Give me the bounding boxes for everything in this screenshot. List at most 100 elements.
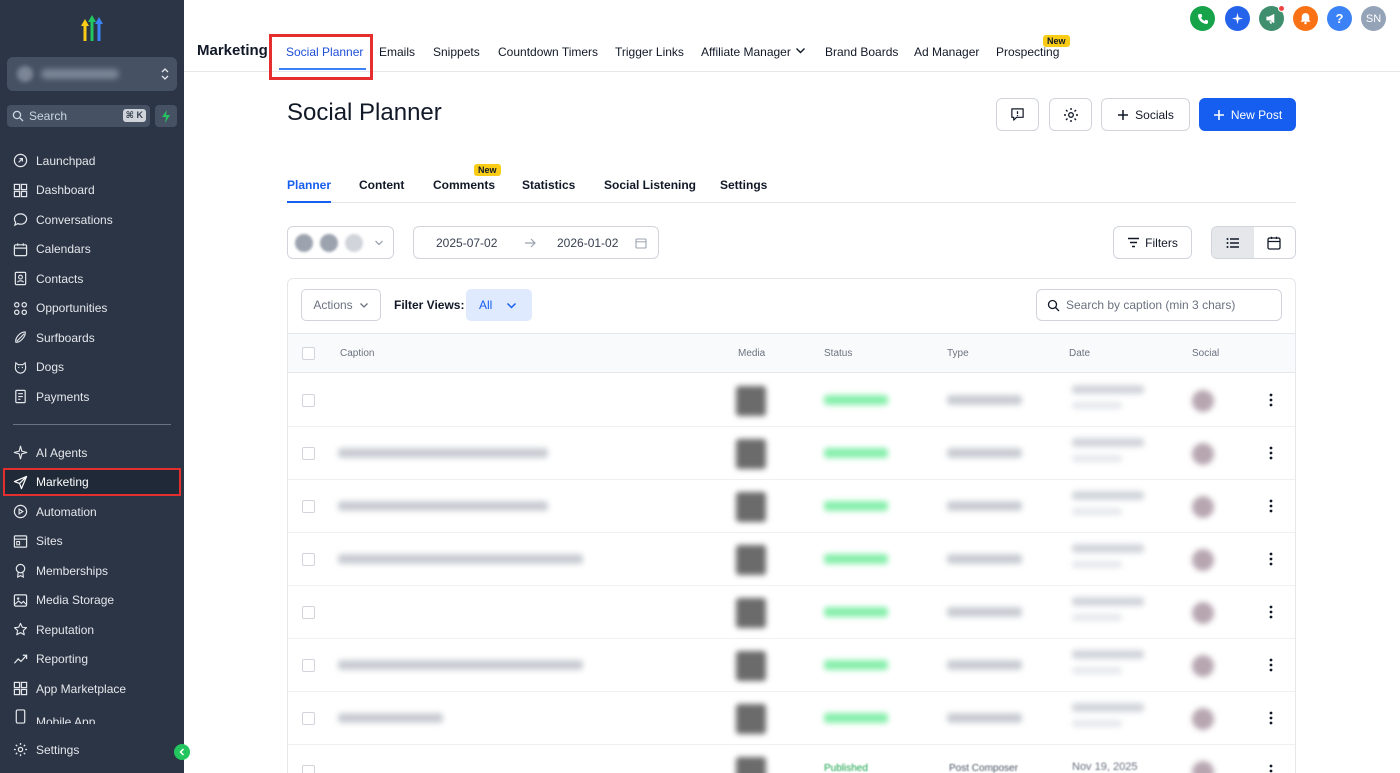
table-row[interactable]	[288, 374, 1295, 427]
phone-icon	[1197, 13, 1208, 24]
settings-button[interactable]	[1049, 98, 1092, 131]
new-post-button[interactable]: New Post	[1199, 98, 1296, 131]
tab-emails[interactable]: Emails	[379, 45, 415, 59]
sidebar-item-contacts[interactable]: Contacts	[0, 264, 184, 294]
notification-dot	[1278, 5, 1285, 12]
filters-button[interactable]: Filters	[1113, 226, 1192, 259]
calendar-view-button[interactable]	[1254, 227, 1296, 258]
sidebar-item-opportunities[interactable]: Opportunities	[0, 294, 184, 324]
sidebar-item-dogs[interactable]: Dogs	[0, 353, 184, 383]
caption-search-input[interactable]: Search by caption (min 3 chars)	[1036, 289, 1282, 321]
list-view-button[interactable]	[1212, 227, 1254, 258]
sidebar-item-ai-agents[interactable]: AI Agents	[0, 438, 184, 468]
date-range-picker[interactable]: 2025-07-02 2026-01-02	[413, 226, 659, 259]
sidebar-item-calendars[interactable]: Calendars	[0, 235, 184, 265]
sidebar-item-launchpad[interactable]: Launchpad	[0, 146, 184, 176]
bulk-actions-button[interactable]: Actions	[301, 289, 381, 321]
actions-label: Actions	[313, 298, 353, 312]
sidebar-item-payments[interactable]: Payments	[0, 382, 184, 412]
chevron-down-icon	[375, 240, 383, 246]
annotation-highlight-box	[269, 34, 373, 80]
sidebar-item-memberships[interactable]: Memberships	[0, 556, 184, 586]
search-shortcut-badge: ⌘ K	[122, 109, 146, 122]
tab-trigger-links[interactable]: Trigger Links	[615, 45, 684, 59]
row-checkbox[interactable]	[302, 500, 315, 513]
tab-affiliate-manager[interactable]: Affiliate Manager	[701, 45, 791, 59]
tab-brand-boards[interactable]: Brand Boards	[825, 45, 898, 59]
row-checkbox[interactable]	[302, 447, 315, 460]
subtab-content[interactable]: Content	[359, 178, 404, 192]
more-options-icon[interactable]	[1269, 446, 1273, 460]
surfboard-icon	[15, 331, 26, 344]
tab-countdown-timers[interactable]: Countdown Timers	[498, 45, 598, 59]
feedback-button[interactable]	[996, 98, 1039, 131]
more-options-icon[interactable]	[1269, 552, 1273, 566]
row-checkbox[interactable]	[302, 659, 315, 672]
subtab-social-listening[interactable]: Social Listening	[604, 178, 696, 192]
row-checkbox[interactable]	[302, 553, 315, 566]
more-options-icon[interactable]	[1269, 393, 1273, 407]
sites-icon	[13, 535, 28, 548]
help-button[interactable]: ?	[1327, 6, 1352, 31]
more-options-icon[interactable]	[1269, 658, 1273, 672]
subtab-comments[interactable]: Comments	[433, 178, 495, 192]
payments-icon	[15, 390, 26, 404]
add-socials-label: Socials	[1135, 107, 1174, 122]
sidebar-search[interactable]: Search ⌘ K	[7, 105, 150, 127]
sidebar-item-conversations[interactable]: Conversations	[0, 205, 184, 235]
phone-button[interactable]	[1190, 6, 1215, 31]
more-options-icon[interactable]	[1269, 499, 1273, 513]
ai-assistant-button[interactable]	[1225, 6, 1250, 31]
gear-icon	[13, 743, 28, 757]
social-account-avatar	[1192, 655, 1214, 677]
sidebar-item-label: Calendars	[36, 242, 91, 257]
caption-search-placeholder: Search by caption (min 3 chars)	[1066, 298, 1236, 312]
notifications-button[interactable]	[1293, 6, 1318, 31]
table-row[interactable]	[288, 427, 1295, 480]
sidebar-item-dashboard[interactable]: Dashboard	[0, 176, 184, 206]
sidebar-item-automation[interactable]: Automation	[0, 497, 184, 527]
sidebar-item-media-storage[interactable]: Media Storage	[0, 586, 184, 616]
quick-actions-button[interactable]	[155, 105, 177, 127]
plus-icon	[1118, 109, 1129, 120]
add-socials-button[interactable]: Socials	[1101, 98, 1190, 131]
row-checkbox[interactable]	[302, 394, 315, 407]
more-options-icon[interactable]	[1269, 605, 1273, 619]
table-row[interactable]	[288, 533, 1295, 586]
sidebar-item-settings[interactable]: Settings	[0, 735, 184, 765]
table-row[interactable]	[288, 692, 1295, 745]
filter-views-value: All	[479, 298, 493, 312]
sidebar-item-reputation[interactable]: Reputation	[0, 615, 184, 645]
user-avatar[interactable]: SN	[1361, 6, 1386, 31]
tab-snippets[interactable]: Snippets	[433, 45, 480, 59]
row-checkbox[interactable]	[302, 712, 315, 725]
sidebar-item-reporting[interactable]: Reporting	[0, 645, 184, 675]
sidebar-collapse-button[interactable]	[174, 744, 190, 760]
announcements-button[interactable]	[1259, 5, 1285, 31]
send-icon	[13, 475, 28, 489]
table-row[interactable]	[288, 639, 1295, 692]
subtab-statistics[interactable]: Statistics	[522, 178, 575, 192]
more-options-icon[interactable]	[1269, 711, 1273, 725]
sidebar-item-surfboards[interactable]: Surfboards	[0, 323, 184, 353]
more-options-icon[interactable]	[1269, 764, 1273, 773]
subtab-planner[interactable]: Planner	[287, 178, 331, 192]
row-checkbox[interactable]	[302, 765, 315, 773]
table-row[interactable]	[288, 586, 1295, 639]
table-row[interactable]: Published Post Composer Nov 19, 2025	[288, 745, 1295, 773]
sidebar-item-sites[interactable]: Sites	[0, 527, 184, 557]
account-switcher[interactable]	[7, 57, 177, 91]
sidebar-item-mobile-app[interactable]: Mobile App	[0, 704, 184, 724]
sidebar-item-marketing[interactable]: Marketing	[0, 468, 184, 498]
table-row[interactable]	[288, 480, 1295, 533]
subtab-settings[interactable]: Settings	[720, 178, 767, 192]
row-checkbox[interactable]	[302, 606, 315, 619]
tab-prospecting[interactable]: Prospecting	[996, 45, 1059, 59]
filter-views-select[interactable]: All	[466, 289, 532, 321]
tab-ad-manager[interactable]: Ad Manager	[914, 45, 979, 59]
social-accounts-selector[interactable]	[287, 226, 394, 259]
select-all-checkbox[interactable]	[302, 347, 315, 360]
social-account-avatar	[1192, 390, 1214, 412]
sidebar-item-app-marketplace[interactable]: App Marketplace	[0, 674, 184, 704]
apps-icon	[13, 682, 28, 696]
